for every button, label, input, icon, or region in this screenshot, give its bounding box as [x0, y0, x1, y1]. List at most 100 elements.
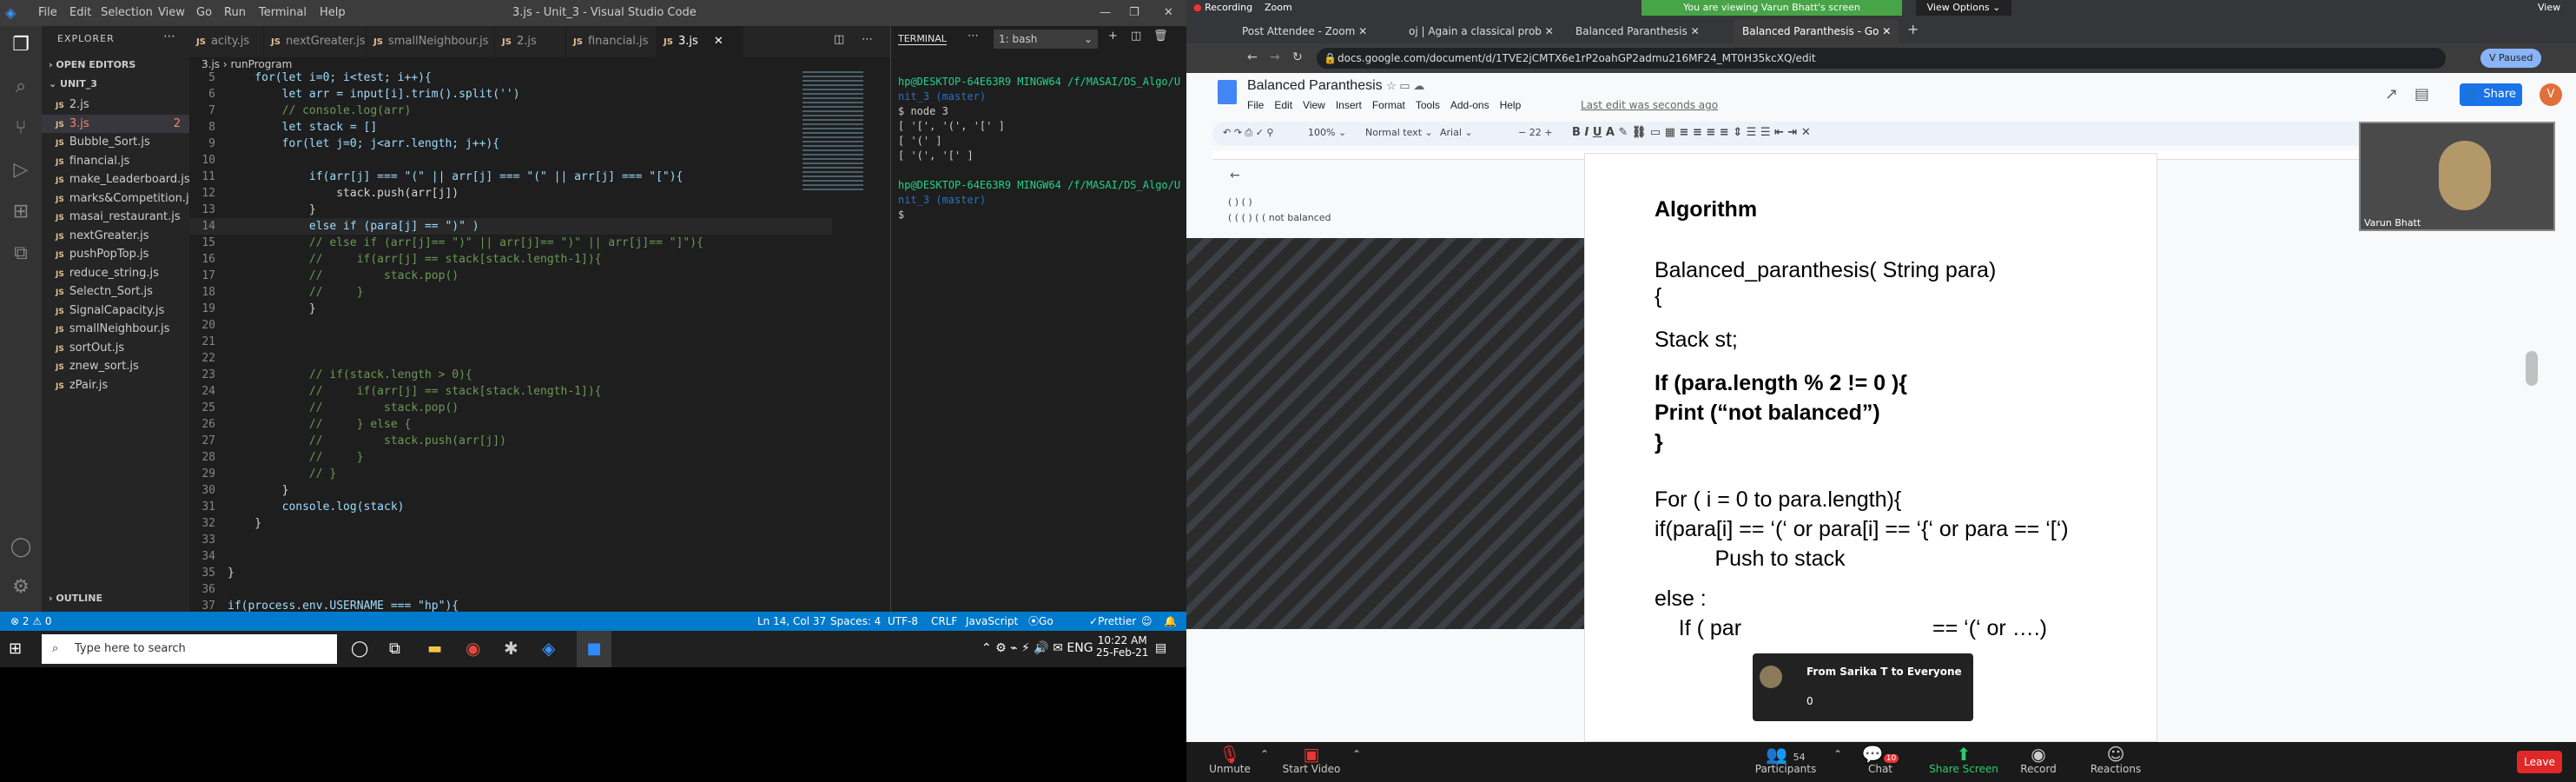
- search-icon[interactable]: ⌕: [9, 75, 33, 99]
- file-item[interactable]: JS zPair.js: [42, 376, 189, 394]
- doc-line[interactable]: {: [1655, 284, 1661, 309]
- share-screen-button[interactable]: ⬆ Share Screen: [1925, 742, 2003, 782]
- tab-financial[interactable]: JS financial.js: [566, 26, 657, 57]
- code-line[interactable]: 37 if(process.env.USERNAME === "hp"){: [189, 598, 832, 612]
- doc-menu-item[interactable]: View: [1303, 99, 1325, 111]
- split-editor-icon[interactable]: ◫: [834, 33, 844, 46]
- encoding[interactable]: UTF-8: [888, 612, 918, 631]
- doc-line[interactable]: If ( par: [1655, 616, 1741, 641]
- indentation[interactable]: Spaces: 4: [830, 612, 881, 631]
- last-edit-status[interactable]: Last edit was seconds ago: [1581, 99, 1718, 111]
- doc-line[interactable]: Print (“not balanced”): [1655, 401, 1880, 426]
- doc-menu-item[interactable]: Insert: [1336, 99, 1362, 111]
- view-options-button[interactable]: View Options ⌄: [1916, 0, 2011, 16]
- files-icon[interactable]: ❐: [9, 33, 33, 57]
- language-mode[interactable]: JavaScript: [966, 612, 1018, 631]
- code-line[interactable]: 28 // }: [189, 449, 832, 466]
- code-line[interactable]: 24 // if(arr[j] == stack[stack.length-1]…: [189, 383, 832, 400]
- trash-icon[interactable]: 🗑: [1153, 30, 1168, 43]
- file-item[interactable]: JS SignalCapacity.js: [42, 302, 189, 320]
- gear-icon[interactable]: ⚙: [9, 575, 33, 600]
- back-icon[interactable]: ←: [1247, 50, 1258, 64]
- reload-icon[interactable]: ↻: [1292, 50, 1303, 64]
- bell-icon[interactable]: 🔔: [1164, 612, 1177, 631]
- code-line[interactable]: 36: [189, 581, 832, 598]
- taskbar-search-input[interactable]: ⌕ Type here to search: [42, 634, 337, 664]
- minimize-icon[interactable]: —: [1100, 0, 1111, 26]
- folder-header[interactable]: ⌄ UNIT_3: [49, 78, 97, 89]
- outline-back-icon[interactable]: ←: [1230, 169, 1240, 182]
- file-item[interactable]: JS 3.js 2: [42, 114, 189, 133]
- file-item[interactable]: JS make_Leaderboard.js: [42, 170, 189, 189]
- menu-edit[interactable]: Edit: [69, 0, 91, 26]
- doc-line[interactable]: else :: [1655, 586, 1707, 612]
- code-line[interactable]: 10: [189, 152, 832, 169]
- style-select[interactable]: Normal text ⌄: [1365, 127, 1433, 138]
- file-item[interactable]: JS nextGreater.js: [42, 227, 189, 245]
- doc-menu-item[interactable]: Format: [1372, 99, 1405, 111]
- code-line[interactable]: 7 // console.log(arr): [189, 103, 832, 119]
- record-button[interactable]: ◉ Record: [2008, 742, 2069, 782]
- tab-3js-active[interactable]: JS 3.js ✕: [657, 26, 743, 57]
- tab-acity[interactable]: JS acity.js: [189, 26, 264, 57]
- participant-video[interactable]: Varun Bhatt: [2359, 122, 2555, 231]
- reactions-button[interactable]: ☺ Reactions: [2081, 742, 2150, 782]
- chrome-tab[interactable]: oj | Again a classical prob ✕: [1400, 19, 1565, 43]
- line-ending[interactable]: CRLF: [931, 612, 957, 631]
- code-line[interactable]: 8 let stack = []: [189, 119, 832, 136]
- doc-title[interactable]: Balanced Paranthesis ☆ ▭ ☁: [1247, 78, 1424, 94]
- system-tray-icons[interactable]: ⌃ ⚙ ⌁ ⚡ 🔊 ✉ ENG: [981, 641, 1093, 655]
- code-line[interactable]: 32 }: [189, 515, 832, 532]
- code-line[interactable]: 29 // }: [189, 466, 832, 482]
- code-line[interactable]: 19 }: [189, 301, 832, 317]
- menu-go[interactable]: Go: [196, 0, 212, 26]
- close-icon[interactable]: ✕: [1164, 0, 1173, 26]
- code-line[interactable]: 12 stack.push(arr[j]): [189, 185, 832, 202]
- prettier-button[interactable]: ✓ Prettier: [1089, 612, 1136, 631]
- file-item[interactable]: JS Selectn_Sort.js: [42, 282, 189, 301]
- file-item[interactable]: JS sortOut.js: [42, 339, 189, 357]
- split-terminal-icon[interactable]: ◫: [1131, 30, 1141, 43]
- code-line[interactable]: 16 // if(arr[j] == stack[stack.length-1]…: [189, 251, 832, 268]
- code-line[interactable]: 20: [189, 317, 832, 334]
- more-icon[interactable]: ⋯: [968, 30, 979, 43]
- file-explorer-icon[interactable]: ▬: [427, 640, 442, 658]
- account-icon[interactable]: ◯: [9, 535, 33, 560]
- more-icon[interactable]: ⋯: [163, 30, 175, 43]
- doc-menu-item[interactable]: Help: [1500, 99, 1522, 111]
- view-menu[interactable]: View: [2538, 2, 2560, 13]
- file-item[interactable]: JS 2.js: [42, 96, 189, 114]
- code-line[interactable]: 26 // } else {: [189, 416, 832, 433]
- chrome-tab[interactable]: Post Attendee - Zoom ✕: [1233, 19, 1398, 43]
- code-line[interactable]: 34: [189, 548, 832, 565]
- more-actions-icon[interactable]: ⋯: [862, 33, 873, 46]
- doc-line[interactable]: If (para.length % 2 != 0 ){: [1655, 371, 1907, 396]
- docs-logo-icon[interactable]: [1218, 80, 1237, 104]
- code-line[interactable]: 33: [189, 532, 832, 548]
- doc-line[interactable]: Stack st;: [1655, 328, 1738, 353]
- clock[interactable]: 10:22 AM 25-Feb-21: [1096, 634, 1148, 659]
- code-line[interactable]: 23 // if(stack.length > 0){: [189, 367, 832, 383]
- tab-2js[interactable]: JS 2.js: [495, 26, 566, 57]
- code-line[interactable]: 25 // stack.pop(): [189, 400, 832, 416]
- menu-selection[interactable]: Selection: [101, 0, 153, 26]
- code-line[interactable]: 27 // stack.push(arr[j]): [189, 433, 832, 449]
- code-editor[interactable]: 3.js › runProgram 5 for(let i=0; i<test;…: [189, 57, 890, 612]
- file-item[interactable]: JS pushPopTop.js: [42, 245, 189, 263]
- chrome-icon[interactable]: ◉: [466, 638, 480, 659]
- doc-line[interactable]: if(para[i] == ‘(‘ or para[i] == ‘{‘ or p…: [1655, 517, 2069, 542]
- slack-icon[interactable]: ✱: [504, 638, 519, 659]
- forward-icon[interactable]: →: [1270, 50, 1280, 64]
- feedback-icon[interactable]: ☺: [1141, 612, 1153, 631]
- vscode-taskbar-icon[interactable]: ◈: [542, 638, 555, 659]
- cursor-position[interactable]: Ln 14, Col 37: [757, 612, 826, 631]
- menu-view[interactable]: View: [158, 0, 185, 26]
- windows-start-icon[interactable]: ⊞: [9, 640, 22, 658]
- code-line[interactable]: 6 let arr = input[i].trim().split(''): [189, 86, 832, 103]
- code-line[interactable]: 11 if(arr[j] === "(" || arr[j] === "(" |…: [189, 169, 832, 185]
- code-line[interactable]: 35}: [189, 565, 832, 581]
- zoom-menu[interactable]: Zoom: [1265, 2, 1292, 13]
- code-line[interactable]: 14 else if (para[j] == ")" ): [189, 218, 832, 235]
- code-line[interactable]: 18 // }: [189, 284, 832, 301]
- code-line[interactable]: 17 // stack.pop(): [189, 268, 832, 284]
